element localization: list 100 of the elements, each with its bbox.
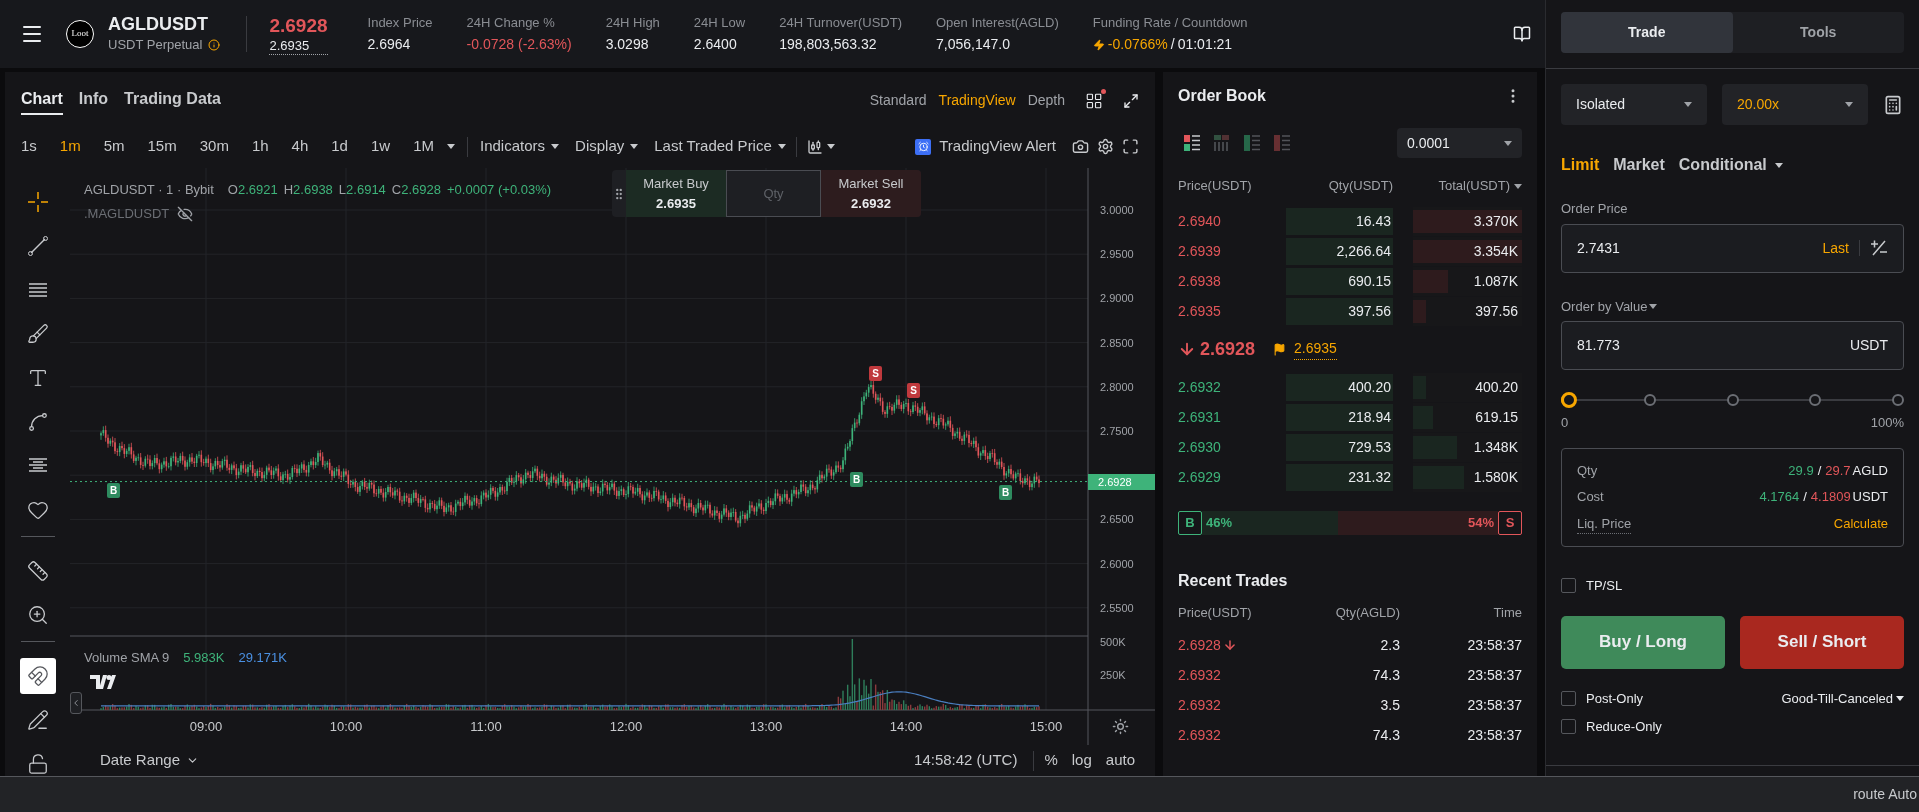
qty-cell-text: 74.3 <box>1371 665 1400 685</box>
menu-dropdown[interactable]: Last Traded Price <box>654 135 786 158</box>
buy-value: 29.9 <box>1788 461 1814 480</box>
mid-price: 2.6928 <box>1200 337 1256 361</box>
volume-title: Volume SMA 9 <box>84 649 170 667</box>
interval-tab[interactable]: 1s <box>21 135 37 158</box>
axis-label: 14:00 <box>888 718 924 736</box>
axis-label: 13:00 <box>748 718 784 736</box>
price-cell-text: 2.6932 <box>1178 695 1221 715</box>
total-cell-text: 1.087K <box>1473 271 1518 291</box>
symbol-title: AGLDUSDT <box>108 13 209 36</box>
margin-mode-dropdown[interactable]: Isolated <box>1561 84 1707 125</box>
view-tab[interactable]: TradingView <box>938 90 1016 111</box>
panel-tab[interactable]: Trade <box>1561 12 1733 53</box>
time-cell-text: 23:58:37 <box>1466 695 1522 715</box>
mark-price: 2.6935 <box>1294 338 1337 360</box>
price-cell-text: 2.6940 <box>1178 211 1222 231</box>
buy-value: 4.1764 <box>1759 488 1800 506</box>
total-cell-text: 1.580K <box>1473 467 1518 487</box>
total-cell-text: 397.56 <box>1475 301 1518 321</box>
chart-tab[interactable]: Chart <box>21 86 63 115</box>
buy-long-button[interactable]: Buy / Long <box>1561 615 1725 669</box>
price-source-button[interactable]: Last <box>1822 237 1849 259</box>
scale-option[interactable]: auto <box>1105 749 1135 772</box>
calculate-link[interactable]: Calculate <box>1833 514 1888 534</box>
view-tab[interactable]: Standard <box>869 90 927 111</box>
stat-value: 7,056,147.0 <box>936 35 1011 55</box>
scale-option[interactable]: log <box>1071 749 1092 772</box>
scale-option[interactable]: % <box>1044 749 1058 772</box>
total-cell-text: 619.15 <box>1475 407 1518 427</box>
interval-tab[interactable]: 5m <box>103 135 125 158</box>
interval-tab[interactable]: 1M <box>413 135 434 158</box>
qty-cell: 690.15 <box>1286 267 1393 295</box>
interval-tab[interactable]: 30m <box>199 135 229 158</box>
time-cell-text: 23:58:37 <box>1466 665 1522 685</box>
contract-type: USDT Perpetual <box>108 36 203 55</box>
separator-text: / <box>1170 35 1175 55</box>
axis-label: 2.8500 <box>1100 335 1134 351</box>
column-header: Time <box>1492 604 1522 623</box>
interval-tab[interactable]: 1w <box>370 135 391 158</box>
menu-dropdown[interactable]: Display <box>575 135 639 158</box>
stat-value: -0.0728 (-2.63%) <box>466 35 572 55</box>
market-sell-button[interactable]: Market Sell 2.6932 <box>821 170 921 217</box>
panel-tab[interactable]: Tools <box>1732 12 1904 53</box>
ohlc-value: C2.6928 <box>391 181 441 199</box>
time-in-force-dropdown[interactable]: Good-Till-Canceled <box>1781 688 1904 709</box>
market-buy-button[interactable]: Market Buy 2.6935 <box>626 170 726 217</box>
order-type-tab[interactable]: Conditional <box>1678 153 1783 177</box>
chart-tab[interactable]: Info <box>78 86 109 115</box>
column-header: Total(USDT) <box>1438 177 1510 196</box>
order-value-field[interactable]: 81.773 USDT <box>1561 321 1904 370</box>
price-cell-text: 2.6938 <box>1178 271 1222 291</box>
panel-title: Recent Trades <box>1178 571 1288 591</box>
column-header: Qty(AGLD) <box>1334 604 1400 623</box>
sell-percent: 54% <box>1467 514 1494 533</box>
order-type-tab[interactable]: Limit <box>1561 153 1600 177</box>
qty-field[interactable]: Qty <box>726 170 821 217</box>
leverage-dropdown[interactable]: 20.00x <box>1722 84 1868 125</box>
axis-label: 2.6500 <box>1100 512 1134 528</box>
alert-button[interactable]: TradingView Alert <box>915 135 1056 158</box>
precision-dropdown[interactable]: 0.0001 <box>1397 128 1522 158</box>
last-price: 2.6928 <box>269 13 328 38</box>
volume-sma-value: 29.171K <box>238 649 287 667</box>
price-cell-text: 2.6931 <box>1178 407 1222 427</box>
field-label: Order by Value <box>1561 297 1648 316</box>
checkbox-label: Reduce-Only <box>1586 717 1662 736</box>
order-price-field[interactable]: 2.7431 Last <box>1561 223 1904 273</box>
menu-dropdown[interactable]: Indicators <box>480 135 560 158</box>
stat-label: Open Interest(AGLD) <box>936 13 1059 32</box>
stat-label: 24H Change % <box>466 13 556 32</box>
chart-tab[interactable]: Trading Data <box>124 86 221 115</box>
total-cell-text: 1.348K <box>1473 437 1518 457</box>
qty-cell-text: 74.3 <box>1371 725 1400 745</box>
interval-tab[interactable]: 4h <box>291 135 309 158</box>
time-cell-text: 23:58:37 <box>1466 725 1522 745</box>
qty-cell-text: 3.5 <box>1379 695 1400 715</box>
axis-label: 2.5500 <box>1100 600 1134 616</box>
interval-tab[interactable]: 1m <box>59 135 81 158</box>
qty-cell: 231.32 <box>1286 463 1393 491</box>
sell-short-button[interactable]: Sell / Short <box>1740 615 1904 669</box>
interval-tab[interactable]: 15m <box>147 135 177 158</box>
sell-label: S <box>1498 511 1522 535</box>
date-range-dropdown[interactable]: Date Range <box>100 749 200 772</box>
buy-marker: B <box>999 485 1012 500</box>
interval-tab[interactable]: 1d <box>331 135 348 158</box>
order-type-tab[interactable]: Market <box>1613 153 1665 177</box>
buy-marker: B <box>107 483 120 498</box>
column-header: Qty(USDT) <box>1327 177 1393 196</box>
interval-tab[interactable]: 1h <box>251 135 269 158</box>
column-header: Price(USDT) <box>1178 604 1253 623</box>
total-cell-text: 3.370K <box>1473 211 1518 231</box>
view-tab[interactable]: Depth <box>1027 90 1065 111</box>
axis-label: 2.9000 <box>1100 291 1134 307</box>
qty-cell: 218.94 <box>1286 403 1393 431</box>
separator-text: / <box>1803 488 1807 506</box>
qty-cell: 2,266.64 <box>1286 237 1393 265</box>
price-cell-text: 2.6929 <box>1178 467 1222 487</box>
sell-value: 29.7 <box>1825 461 1851 480</box>
axis-label: 10:00 <box>328 718 364 736</box>
slider-label: 100% <box>1870 414 1904 432</box>
